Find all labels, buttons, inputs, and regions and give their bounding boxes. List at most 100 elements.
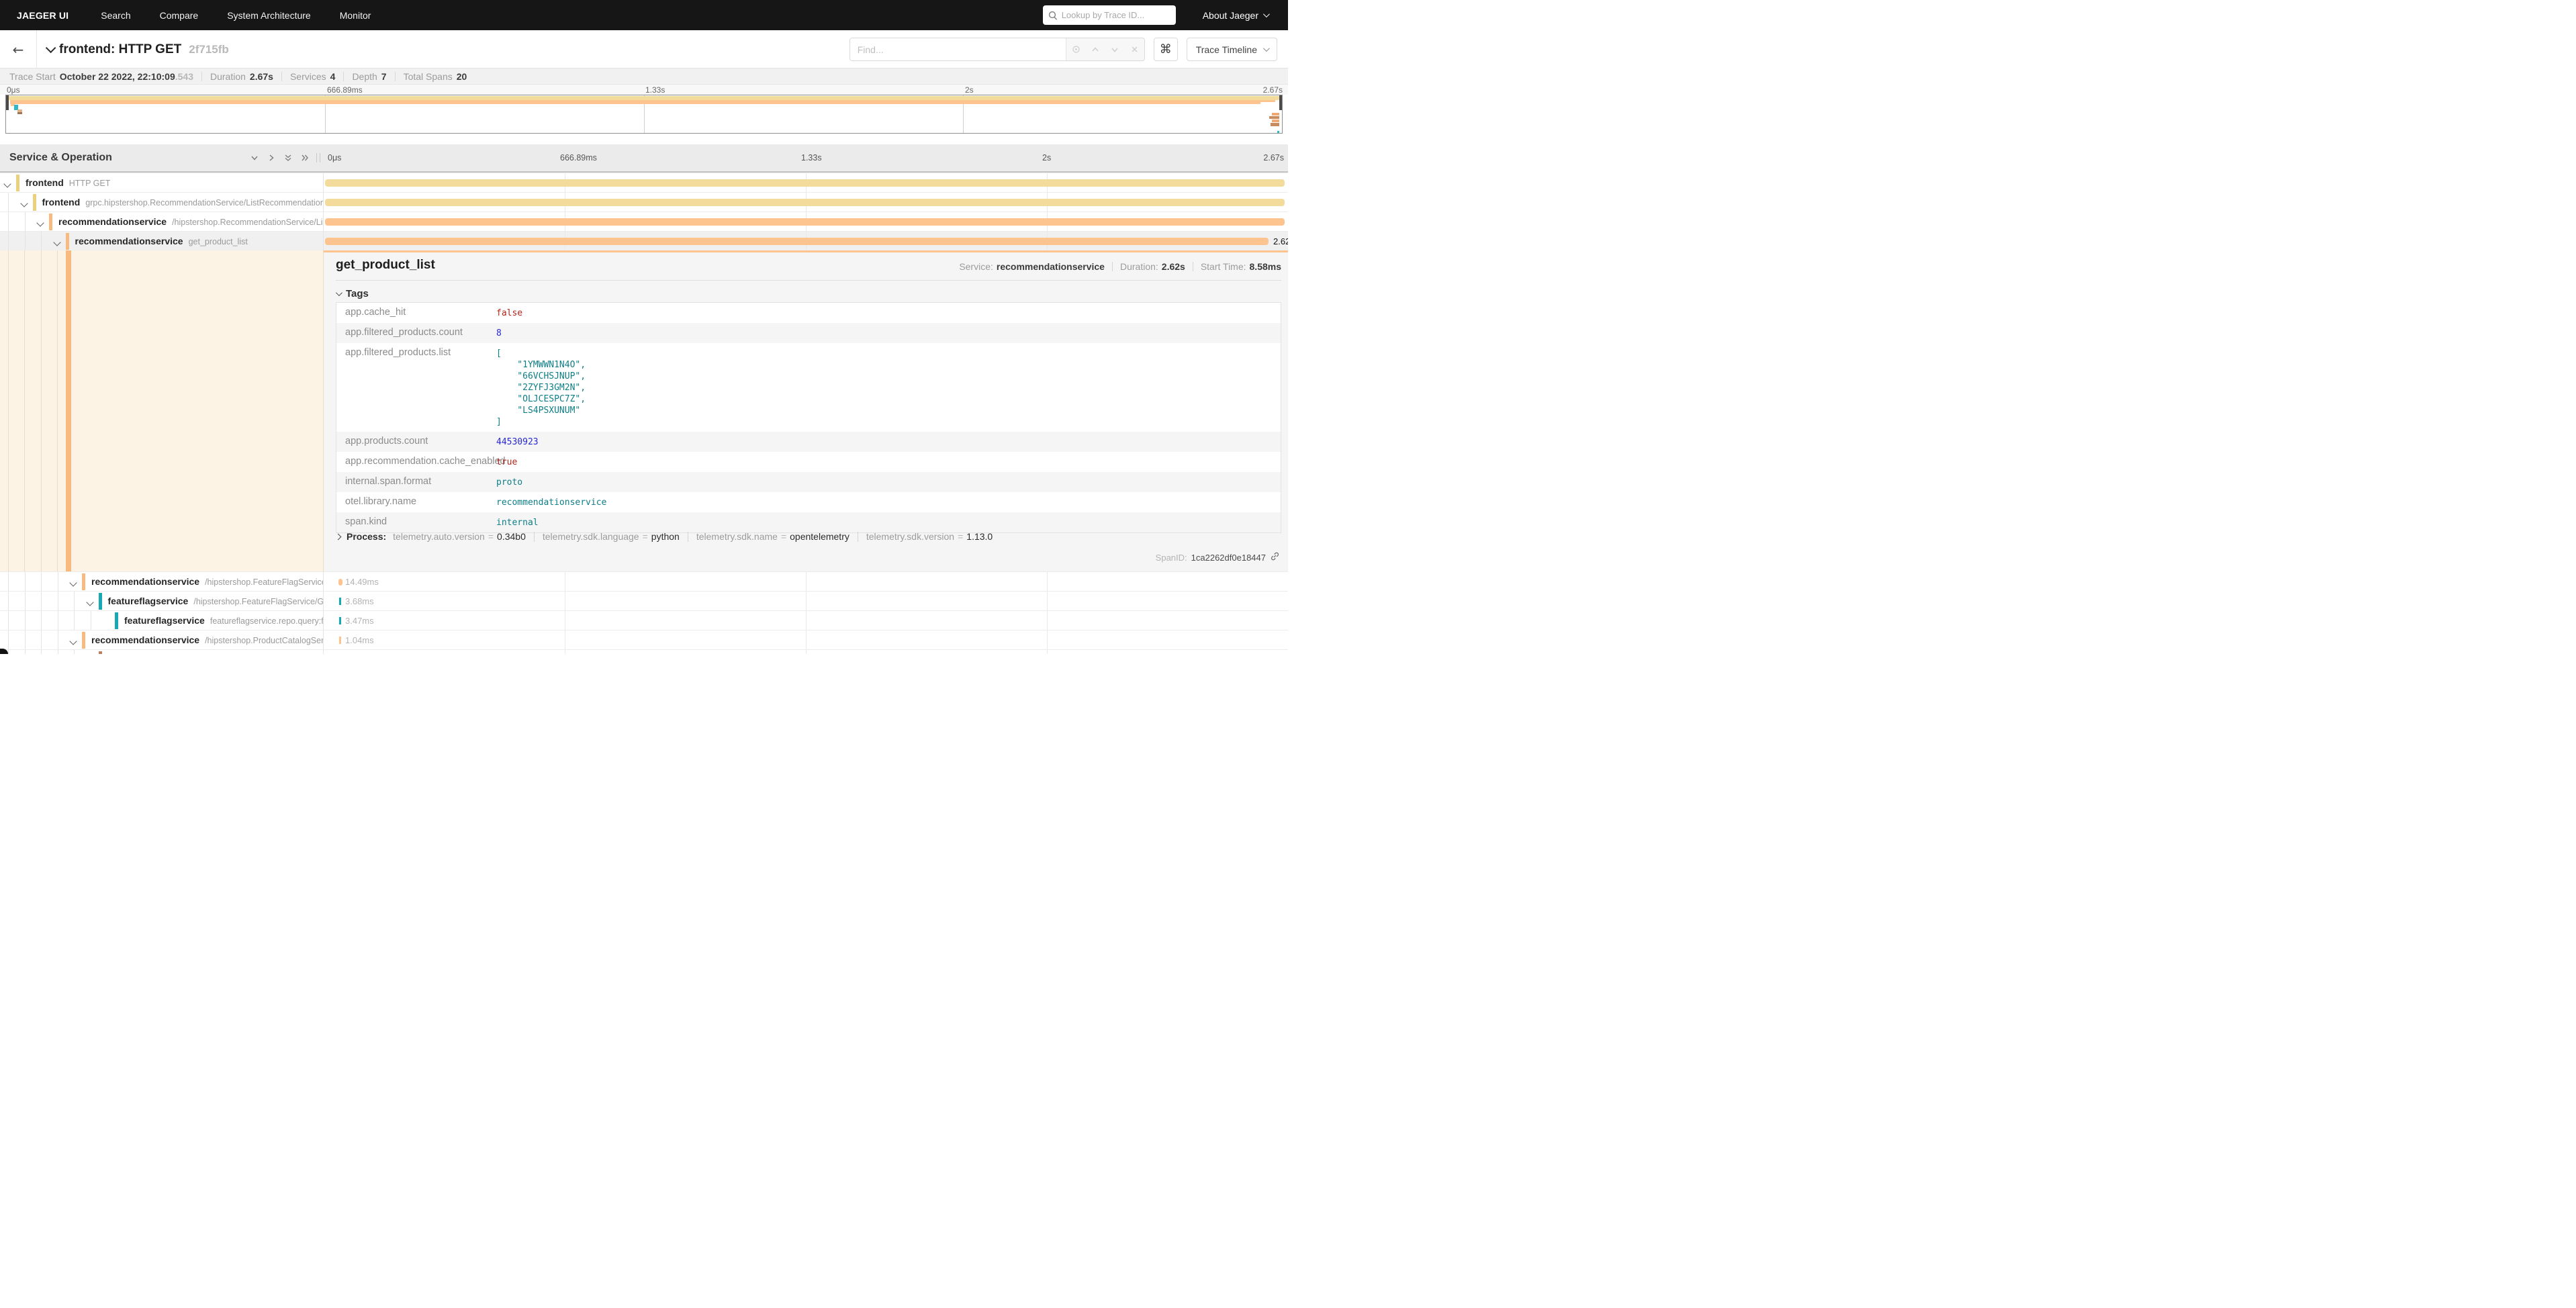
span-timeline-cell[interactable]: 2.62s xyxy=(324,232,1288,250)
timeline-gridline xyxy=(1047,650,1048,654)
collapse-one-icon[interactable] xyxy=(250,153,259,162)
tag-row[interactable]: app.recommendation.cache_enabledtrue xyxy=(336,452,1281,472)
indent-guide xyxy=(25,650,26,654)
span-name-cell[interactable] xyxy=(0,650,324,654)
equals-sign: = xyxy=(488,531,494,542)
span-name-cell[interactable]: recommendationservice/hipstershop.Featur… xyxy=(0,572,324,591)
tag-row[interactable]: app.cache_hitfalse xyxy=(336,303,1281,323)
tag-row[interactable]: app.filtered_products.count8 xyxy=(336,323,1281,343)
deep-link-icon[interactable] xyxy=(1270,551,1280,563)
tag-row[interactable]: app.products.count44530923 xyxy=(336,432,1281,452)
span-name-cell[interactable]: recommendationservice/hipstershop.Recomm… xyxy=(0,212,324,231)
span-row[interactable]: frontendgrpc.hipstershop.RecommendationS… xyxy=(0,192,1288,212)
trace-id-lookup[interactable] xyxy=(1043,5,1176,25)
tag-row[interactable]: app.filtered_products.list[ "1YMWWN1N4O"… xyxy=(336,343,1281,432)
keyboard-shortcuts-button[interactable]: ⌘ xyxy=(1154,38,1178,61)
span-name-cell[interactable]: frontendgrpc.hipstershop.RecommendationS… xyxy=(0,193,324,212)
focus-match-icon[interactable] xyxy=(1068,42,1083,57)
process-tag-value: 0.34b0 xyxy=(497,531,526,542)
clear-find-icon[interactable] xyxy=(1127,42,1142,57)
collapse-chevron-icon[interactable] xyxy=(53,238,60,246)
span-detail-left-gutter xyxy=(0,250,324,571)
span-timeline-cell[interactable] xyxy=(324,212,1288,231)
tag-value: [ "1YMWWN1N4O", "66VCHSJNUP", "2ZYFJ3GM2… xyxy=(493,343,586,432)
minimap-drag-handle-right[interactable] xyxy=(1279,95,1282,110)
collapse-chevron-icon[interactable] xyxy=(20,199,28,207)
span-name-cell[interactable]: frontendHTTP GET xyxy=(0,173,324,192)
trace-id-lookup-input[interactable] xyxy=(1062,10,1169,20)
collapse-all-icon[interactable] xyxy=(283,153,293,162)
timeline-tick: 666.89ms xyxy=(560,153,597,162)
trace-minimap[interactable] xyxy=(5,95,1283,134)
span-row[interactable]: recommendationserviceget_product_list 2.6… xyxy=(0,231,1288,250)
tags-table: app.cache_hitfalseapp.filtered_products.… xyxy=(336,302,1281,533)
collapse-chevron-icon[interactable] xyxy=(69,579,77,586)
span-timeline-cell[interactable]: 1.04ms xyxy=(324,630,1288,649)
prev-match-icon[interactable] xyxy=(1088,42,1103,57)
tag-row[interactable]: span.kindinternal xyxy=(336,512,1281,532)
minimap-tick: 666.89ms xyxy=(327,85,363,95)
expand-one-icon[interactable] xyxy=(267,153,276,162)
expand-all-icon[interactable] xyxy=(300,153,310,162)
operation-name: /hipstershop.RecommendationService/Lis..… xyxy=(172,218,324,227)
service-name: recommendationserviceget_product_list xyxy=(75,236,248,246)
collapse-chevron-icon[interactable] xyxy=(69,637,77,645)
column-resize-grip[interactable] xyxy=(316,153,320,162)
collapse-trace-chevron-icon[interactable] xyxy=(46,43,56,54)
trace-view-selector[interactable]: Trace Timeline xyxy=(1187,38,1277,61)
back-button[interactable]: ← xyxy=(0,30,37,68)
minimap-drag-handle-left[interactable] xyxy=(6,95,9,110)
timeline-gridline xyxy=(1047,572,1048,591)
process-row[interactable]: Process: telemetry.auto.version=0.34b0te… xyxy=(336,531,993,542)
span-name-cell[interactable]: featureflagservice/hipstershop.FeatureFl… xyxy=(0,592,324,610)
tags-section-toggle[interactable]: Tags xyxy=(336,288,369,299)
span-timeline-cell[interactable] xyxy=(324,193,1288,212)
service-color-bar xyxy=(99,593,102,610)
next-match-icon[interactable] xyxy=(1107,42,1122,57)
span-duration-bar[interactable] xyxy=(325,179,1285,187)
span-row[interactable]: featureflagservice/hipstershop.FeatureFl… xyxy=(0,591,1288,610)
minimap-end-span xyxy=(1272,113,1279,115)
timeline-tick: 2s xyxy=(1042,153,1051,162)
service-color-bar xyxy=(115,612,118,629)
span-row[interactable]: recommendationservice/hipstershop.Recomm… xyxy=(0,212,1288,231)
timeline-gridline xyxy=(1047,611,1048,630)
collapse-chevron-icon[interactable] xyxy=(86,598,93,606)
find-bar xyxy=(849,38,1145,61)
span-name-cell[interactable]: recommendationservice/hipstershop.Produc… xyxy=(0,630,324,649)
span-detail-info: Service: recommendationservice Duration:… xyxy=(959,261,1281,272)
service-name: recommendationservice/hipstershop.Featur… xyxy=(91,576,324,587)
span-row[interactable]: featureflagservicefeatureflagservice.rep… xyxy=(0,610,1288,630)
nav-item-search[interactable]: Search xyxy=(101,10,130,21)
indent-guide xyxy=(41,630,42,649)
span-duration-bar[interactable] xyxy=(325,199,1285,206)
span-duration-bar[interactable] xyxy=(325,218,1285,226)
span-row[interactable]: recommendationservice/hipstershop.Featur… xyxy=(0,571,1288,591)
tag-row[interactable]: internal.span.formatproto xyxy=(336,472,1281,492)
span-row[interactable]: recommendationservice/hipstershop.Produc… xyxy=(0,630,1288,649)
span-timeline-cell[interactable]: 3.47ms xyxy=(324,611,1288,630)
span-row[interactable] xyxy=(0,649,1288,654)
total-spans-label: Total Spans xyxy=(404,71,453,82)
trace-start-value: October 22 2022, 22:10:09 xyxy=(60,71,175,82)
find-input[interactable] xyxy=(850,38,1066,60)
collapse-chevron-icon[interactable] xyxy=(3,180,11,187)
tag-row[interactable]: otel.library.namerecommendationservice xyxy=(336,492,1281,512)
collapse-chevron-icon[interactable] xyxy=(36,219,44,226)
span-name-cell[interactable]: featureflagservicefeatureflagservice.rep… xyxy=(0,611,324,630)
app-logo[interactable]: JAEGER UI xyxy=(17,10,68,21)
span-row[interactable]: frontendHTTP GET xyxy=(0,173,1288,192)
span-timeline-cell[interactable] xyxy=(324,650,1288,654)
indent-guide xyxy=(41,611,42,630)
indent-guide xyxy=(74,650,75,654)
span-timeline-cell[interactable]: 3.68ms xyxy=(324,592,1288,610)
span-name-cell[interactable]: recommendationserviceget_product_list xyxy=(0,232,324,250)
nav-item-monitor[interactable]: Monitor xyxy=(340,10,371,21)
span-duration-bar[interactable] xyxy=(325,238,1269,245)
trace-title: frontend: HTTP GET xyxy=(59,42,181,57)
span-timeline-cell[interactable]: 14.49ms xyxy=(324,572,1288,591)
about-jaeger-menu[interactable]: About Jaeger xyxy=(1203,10,1268,21)
nav-item-compare[interactable]: Compare xyxy=(160,10,199,21)
nav-item-system-architecture[interactable]: System Architecture xyxy=(227,10,311,21)
span-timeline-cell[interactable] xyxy=(324,173,1288,192)
